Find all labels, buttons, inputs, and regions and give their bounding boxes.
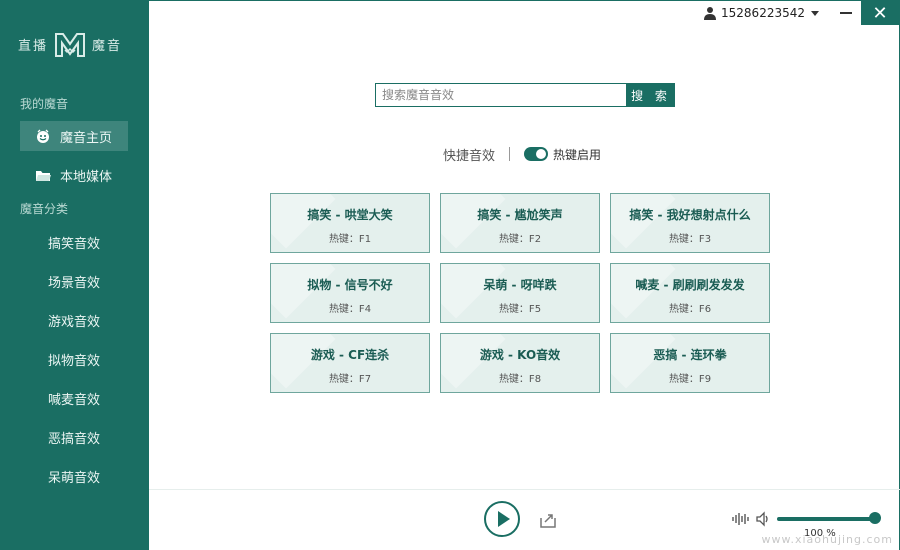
- play-icon: [497, 511, 510, 527]
- user-menu[interactable]: 15286223542: [703, 5, 819, 21]
- category-scene[interactable]: 场景音效: [48, 272, 100, 291]
- effect-card[interactable]: 游戏 - CF连杀 热键：F7: [270, 333, 430, 393]
- effect-title: 搞笑 - 尴尬笑声: [477, 207, 563, 222]
- effect-hotkey: 热键：F1: [328, 233, 372, 245]
- speaker-icon[interactable]: [755, 511, 771, 527]
- sidebar-item-label: 魔音主页: [60, 130, 113, 146]
- watermark: www.xiaohujing.com: [761, 533, 893, 546]
- divider: [149, 489, 900, 490]
- sidebar-item-label: 本地媒体: [60, 169, 113, 185]
- effect-card[interactable]: 拟物 - 信号不好 热键：F4: [270, 263, 430, 323]
- effect-title: 搞笑 - 我好想射点什么: [629, 207, 751, 222]
- effect-card[interactable]: 搞笑 - 哄堂大笑 热键：F1: [270, 193, 430, 253]
- sidebar-item-local-media[interactable]: 本地媒体: [20, 160, 128, 190]
- effect-hotkey: 热键：F8: [498, 373, 542, 385]
- volume-slider-handle[interactable]: [869, 512, 881, 524]
- effect-card[interactable]: 搞笑 - 我好想射点什么 热键：F3: [610, 193, 770, 253]
- category-cute[interactable]: 呆萌音效: [48, 467, 100, 486]
- quick-effects-header: 快捷音效 热键启用: [443, 145, 602, 164]
- volume-slider-track[interactable]: [777, 517, 877, 521]
- search-input[interactable]: [375, 83, 627, 107]
- main-panel: 15286223542 ✕ 搜 索 快捷音效 热键启用 搞笑 - 哄堂大笑 热键…: [149, 0, 900, 550]
- search-button[interactable]: 搜 索: [627, 83, 675, 107]
- user-account: 15286223542: [721, 6, 805, 20]
- logo-text-left: 直播: [18, 38, 49, 54]
- effect-hotkey: 热键：F2: [498, 233, 542, 245]
- effect-hotkey: 热键：F3: [668, 233, 712, 245]
- effect-card[interactable]: 呆萌 - 呀咩跌 热键：F5: [440, 263, 600, 323]
- sidebar-item-home[interactable]: 魔音主页: [20, 121, 128, 151]
- section-title-mine: 我的魔音: [20, 97, 69, 111]
- folder-icon: [34, 166, 52, 184]
- effect-title: 游戏 - CF连杀: [310, 347, 390, 362]
- effect-title: 恶搞 - 连环拳: [653, 347, 727, 362]
- divider: [509, 147, 511, 161]
- close-button[interactable]: ✕: [861, 1, 899, 25]
- category-prank[interactable]: 恶搞音效: [48, 428, 100, 447]
- category-game[interactable]: 游戏音效: [48, 311, 100, 330]
- chevron-down-icon: [811, 10, 819, 16]
- effect-hotkey: 热键：F4: [328, 303, 372, 315]
- effect-title: 喊麦 - 刷刷刷发发发: [635, 277, 745, 292]
- quick-effects-label: 快捷音效: [443, 148, 496, 164]
- effect-card[interactable]: 游戏 - KO音效 热键：F8: [440, 333, 600, 393]
- hotkey-toggle[interactable]: [524, 147, 549, 161]
- hotkey-toggle-label: 热键启用: [553, 147, 602, 162]
- minimize-button[interactable]: [833, 3, 859, 23]
- effect-card[interactable]: 搞笑 - 尴尬笑声 热键：F2: [440, 193, 600, 253]
- logo-text-right: 魔音: [92, 38, 123, 54]
- play-button[interactable]: [484, 501, 520, 537]
- waveform-icon: [732, 513, 749, 525]
- effect-hotkey: 热键：F5: [498, 303, 542, 315]
- category-funny[interactable]: 搞笑音效: [48, 233, 100, 252]
- export-icon[interactable]: [538, 510, 558, 530]
- effect-card[interactable]: 喊麦 - 刷刷刷发发发 热键：F6: [610, 263, 770, 323]
- search-bar: 搜 索: [375, 83, 675, 107]
- sidebar: 直播 魔音 我的魔音 魔音主页 本地媒体 魔音分类 搞笑音效 场景音效 游戏音效…: [0, 0, 149, 550]
- effect-hotkey: 热键：F6: [668, 303, 712, 315]
- category-shout[interactable]: 喊麦音效: [48, 389, 100, 408]
- app-logo: 直播 魔音: [18, 28, 138, 60]
- effect-title: 搞笑 - 哄堂大笑: [307, 207, 393, 222]
- smiley-icon: [34, 127, 52, 145]
- section-title-categories: 魔音分类: [20, 202, 69, 216]
- logo-mark-icon: [55, 33, 86, 57]
- close-icon: ✕: [872, 2, 888, 24]
- effect-hotkey: 热键：F7: [328, 373, 372, 385]
- user-icon: [704, 7, 717, 20]
- effect-title: 拟物 - 信号不好: [307, 277, 393, 292]
- category-mimic[interactable]: 拟物音效: [48, 350, 100, 369]
- effect-title: 游戏 - KO音效: [479, 347, 561, 362]
- effect-title: 呆萌 - 呀咩跌: [483, 277, 557, 292]
- minimize-icon: [840, 12, 852, 14]
- effect-hotkey: 热键：F9: [668, 373, 712, 385]
- effect-card[interactable]: 恶搞 - 连环拳 热键：F9: [610, 333, 770, 393]
